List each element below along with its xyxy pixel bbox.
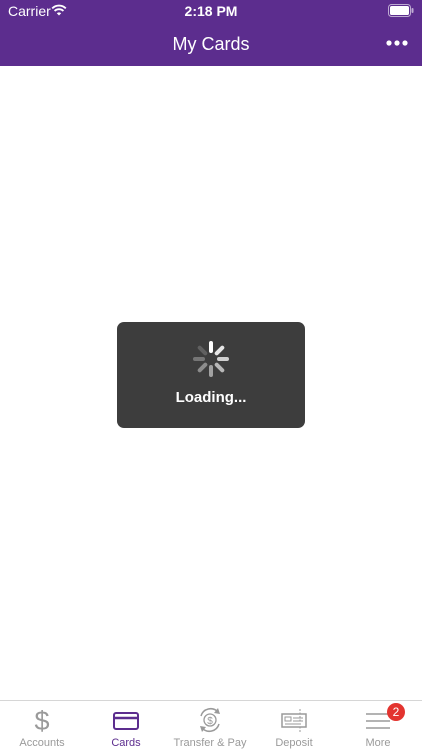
status-bar: Carrier 2:18 PM <box>0 0 422 22</box>
tab-cards[interactable]: Cards <box>84 701 168 751</box>
tab-label: Accounts <box>19 737 65 749</box>
tab-label: Deposit <box>275 737 313 749</box>
battery-icon <box>388 4 414 17</box>
tab-transfer-pay[interactable]: $ Transfer & Pay <box>168 701 252 751</box>
notification-badge: 2 <box>387 703 405 721</box>
status-time: 2:18 PM <box>184 3 238 19</box>
loading-overlay: Loading... <box>117 322 305 428</box>
loading-label: Loading... <box>175 389 247 406</box>
tab-accounts[interactable]: $ Accounts <box>0 701 84 751</box>
tab-label: More <box>365 737 391 749</box>
transfer-pay-icon: $ <box>200 708 220 732</box>
page-title: My Cards <box>172 34 250 54</box>
tab-bar: $ Accounts Cards $ Transfer & Pay Deposi… <box>0 700 422 751</box>
tab-label: Transfer & Pay <box>173 737 247 749</box>
app-header: Carrier 2:18 PM My Cards <box>0 0 422 66</box>
card-icon <box>113 712 139 730</box>
spinner-icon <box>193 341 229 377</box>
tab-deposit[interactable]: Deposit <box>252 701 336 751</box>
svg-text:$: $ <box>207 716 213 727</box>
dollar-icon: $ <box>34 706 49 734</box>
tab-label: Cards <box>111 737 141 749</box>
more-options-button[interactable] <box>382 32 412 54</box>
check-deposit-icon <box>281 709 307 732</box>
tab-more[interactable]: More <box>336 701 420 751</box>
svg-text:$: $ <box>34 706 49 734</box>
more-horizontal-icon <box>386 40 408 46</box>
